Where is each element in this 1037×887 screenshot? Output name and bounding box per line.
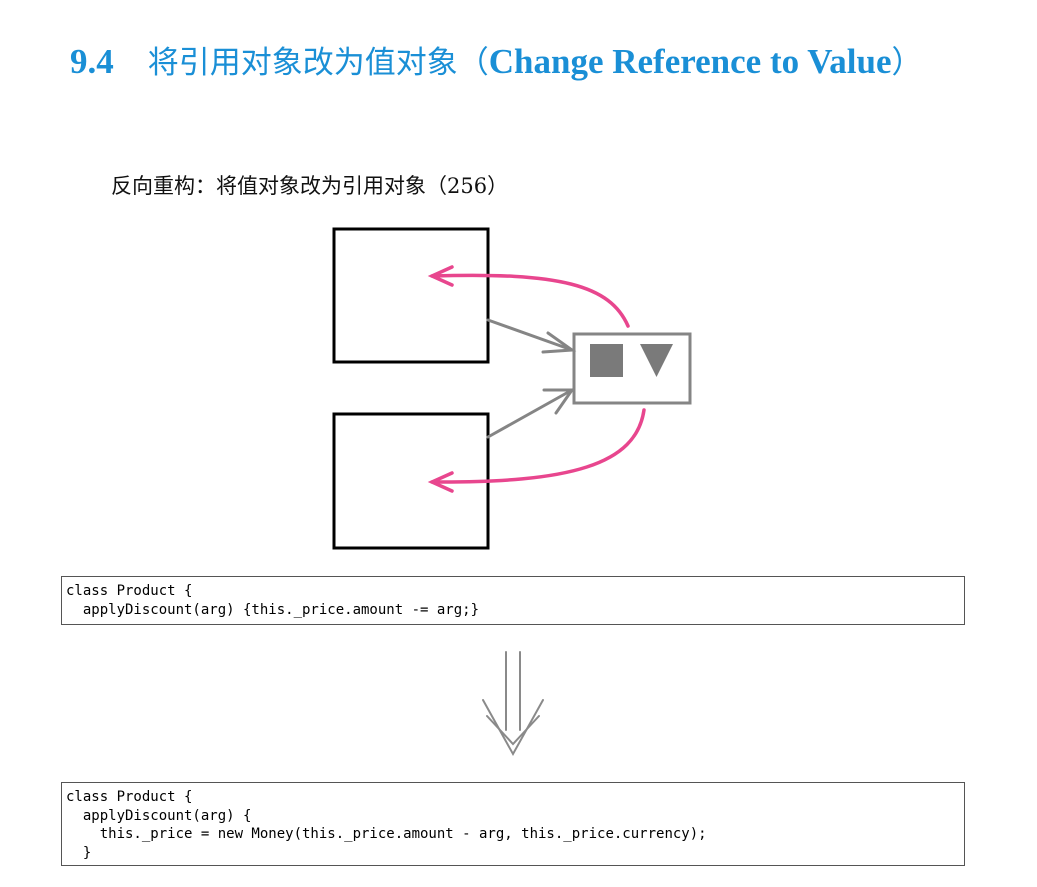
code-before-block: class Product { applyDiscount(arg) {this… — [61, 576, 965, 625]
code-before-text: class Product { applyDiscount(arg) {this… — [66, 583, 480, 618]
gray-arrow-top — [486, 318, 577, 354]
double-down-arrow-icon — [482, 651, 544, 757]
code-after-block: class Product { applyDiscount(arg) { thi… — [61, 782, 965, 866]
reference-box-top — [332, 227, 490, 364]
gray-arrow-bottom — [486, 388, 575, 439]
square-icon — [590, 344, 623, 377]
reference-to-value-diagram — [332, 227, 692, 550]
code-after-text: class Product { applyDiscount(arg) { thi… — [66, 789, 707, 861]
